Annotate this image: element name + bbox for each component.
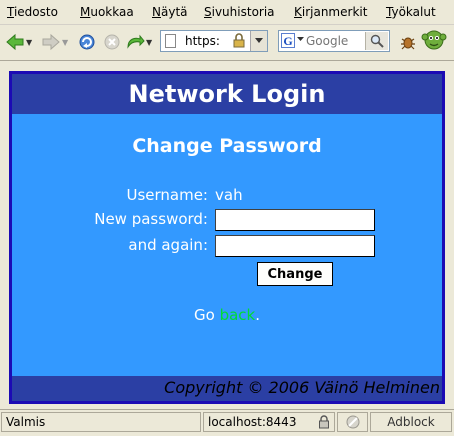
- username-value: vah: [215, 186, 243, 204]
- menu-edit[interactable]: Muokkaa: [80, 4, 134, 20]
- address-dropdown-button[interactable]: [250, 31, 267, 51]
- home-button[interactable]: ▼: [125, 31, 152, 53]
- menu-tools[interactable]: Työkalut: [386, 4, 436, 20]
- new-password-label: New password:: [94, 210, 208, 228]
- greasemonkey-button[interactable]: [421, 28, 447, 50]
- back-dropdown-icon[interactable]: ▼: [26, 38, 32, 47]
- status-lock-icon[interactable]: [318, 415, 330, 429]
- page-icon: [165, 34, 176, 48]
- forward-button[interactable]: ▼: [41, 31, 68, 53]
- search-bar[interactable]: G: [278, 30, 390, 52]
- menu-bar: Tiedosto Muokkaa Näytä Sivuhistoria Kirj…: [0, 0, 454, 25]
- back-link[interactable]: back: [220, 306, 256, 324]
- confirm-password-field[interactable]: [215, 235, 375, 257]
- search-engine-google-icon[interactable]: G: [281, 33, 295, 48]
- lock-icon[interactable]: [232, 33, 246, 49]
- page-title: Network Login: [128, 80, 326, 108]
- home-dropdown-icon[interactable]: ▼: [146, 38, 152, 47]
- stop-button[interactable]: [103, 31, 121, 53]
- confirm-password-label: and again:: [128, 236, 208, 254]
- header-band: Network Login: [12, 74, 442, 114]
- address-text[interactable]: https:: [185, 34, 220, 49]
- change-password-button[interactable]: Change: [257, 262, 333, 286]
- search-button[interactable]: [365, 32, 388, 50]
- reload-icon: [79, 34, 95, 50]
- footer-band: Copyright © 2006 Väinö Helminen: [12, 376, 442, 401]
- monkey-icon: [421, 30, 447, 50]
- back-arrow-icon: [6, 33, 24, 51]
- new-password-field[interactable]: [215, 209, 375, 231]
- reload-button[interactable]: [78, 31, 96, 53]
- prohibited-icon: [346, 415, 360, 429]
- username-label: Username:: [126, 186, 208, 204]
- go-back-line: Go back.: [12, 306, 442, 324]
- go-back-period: .: [255, 306, 261, 324]
- back-button[interactable]: ▼: [5, 31, 32, 53]
- status-text: Valmis: [1, 412, 201, 432]
- menu-history[interactable]: Sivuhistoria: [204, 4, 275, 20]
- menu-view[interactable]: Näytä: [152, 4, 188, 20]
- menu-bookmarks[interactable]: Kirjanmerkit: [294, 4, 367, 20]
- stop-icon: [104, 34, 120, 50]
- status-host-panel: localhost:8443: [203, 412, 335, 432]
- navigation-toolbar: ▼ ▼ ▼ https: G Google: [0, 25, 454, 61]
- page-viewport: Network Login Change Password Username: …: [0, 61, 454, 409]
- go-text: Go: [193, 306, 215, 324]
- adblock-button[interactable]: Adblock: [370, 412, 452, 432]
- form-heading: Change Password: [132, 135, 322, 157]
- engine-dropdown-icon[interactable]: [297, 37, 304, 42]
- chevron-down-icon: [255, 38, 263, 43]
- home-icon: [127, 34, 145, 49]
- status-noscript-panel[interactable]: [337, 412, 368, 432]
- search-input[interactable]: [306, 33, 362, 49]
- bug-icon: [401, 37, 415, 50]
- forward-arrow-icon: [42, 33, 60, 51]
- menu-file[interactable]: Tiedosto: [7, 4, 58, 20]
- copyright-notice: Copyright © 2006 Väinö Helminen: [164, 378, 440, 397]
- login-panel: Network Login Change Password Username: …: [9, 71, 445, 404]
- magnifier-icon: [370, 34, 384, 48]
- status-host: localhost:8443: [208, 415, 297, 429]
- status-bar: Valmis localhost:8443 Adblock: [0, 409, 454, 436]
- forward-dropdown-icon[interactable]: ▼: [62, 38, 68, 47]
- address-bar[interactable]: https:: [160, 30, 268, 52]
- extension-button[interactable]: [399, 31, 417, 53]
